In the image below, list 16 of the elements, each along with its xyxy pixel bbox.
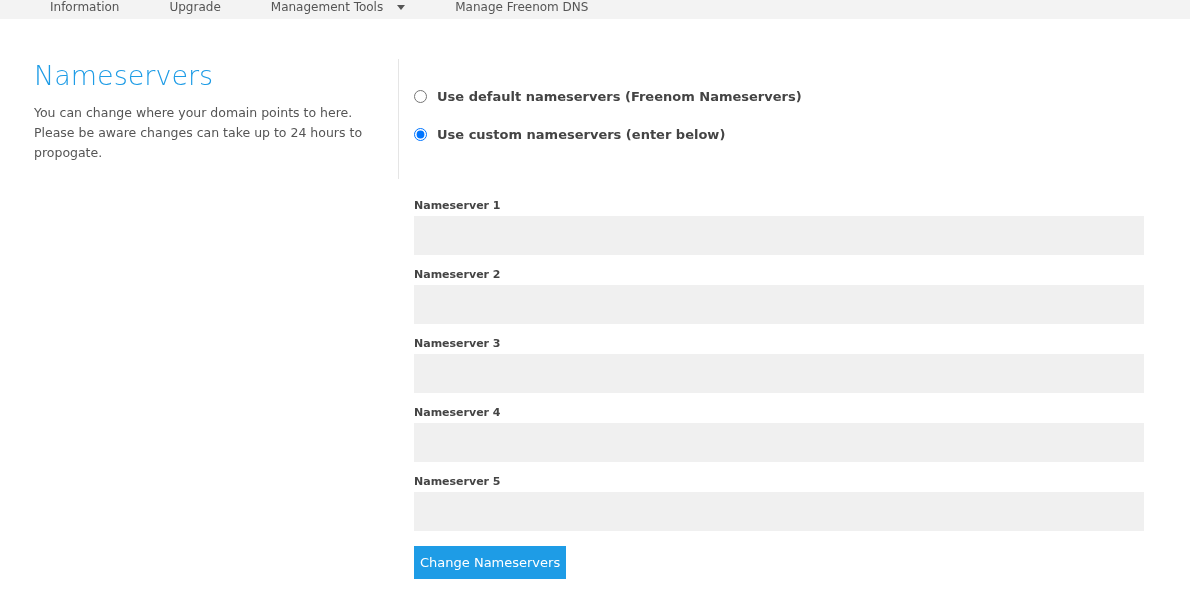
nav-link[interactable]: Management Tools (270, 0, 406, 14)
field-label: Nameserver 3 (414, 337, 502, 351)
radio-button[interactable] (414, 127, 427, 141)
nav-link[interactable]: Upgrade (169, 0, 221, 14)
field-label: Nameserver 1 (414, 199, 502, 213)
field-label: Nameserver 5 (414, 475, 502, 489)
page-heading: Nameservers (34, 59, 215, 93)
caret-icon (397, 4, 406, 10)
nav-link[interactable]: Manage Freenom DNS (455, 0, 589, 14)
radio-option[interactable]: Use custom nameservers (enter below) (414, 124, 802, 144)
nav-link[interactable]: Information (50, 0, 120, 14)
field-label: Nameserver 4 (414, 406, 502, 420)
description-text: You can change where your domain points to here. Please be aware changes can take up to 24 hours to propogate. (34, 104, 364, 162)
radio-option[interactable]: Use default nameservers (Freenom Nameservers) (414, 87, 802, 107)
radio-button[interactable] (414, 90, 427, 104)
field-label: Nameserver 2 (414, 268, 502, 282)
